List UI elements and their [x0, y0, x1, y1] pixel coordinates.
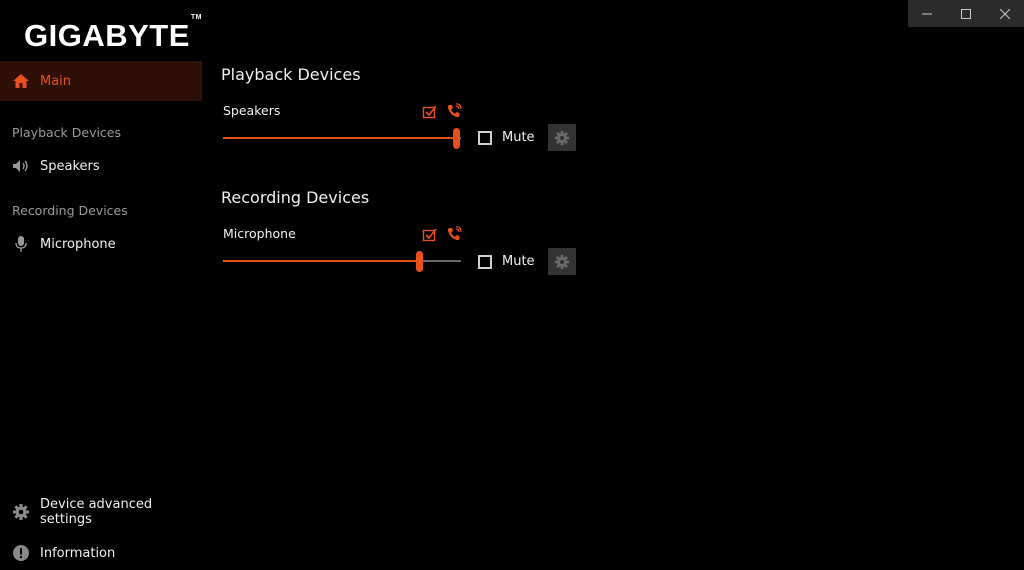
- default-device-check-icon[interactable]: [422, 227, 438, 243]
- gigabyte-logo: GIGABYTETM: [24, 14, 202, 54]
- sidebar-item-speakers[interactable]: Speakers: [0, 151, 202, 181]
- recording-section-title: Recording Devices: [221, 188, 370, 207]
- speakers-device-name: Speakers: [223, 103, 281, 118]
- trademark: TM: [190, 13, 203, 21]
- microphone-volume-slider[interactable]: [223, 251, 461, 272]
- slider-fill: [223, 260, 420, 262]
- speakers-mute-checkbox[interactable]: [478, 131, 492, 145]
- minimize-button[interactable]: [908, 0, 947, 27]
- sidebar-item-advanced-settings[interactable]: Device advanced settings: [0, 497, 202, 527]
- sidebar-item-main[interactable]: Main: [0, 61, 202, 101]
- default-communication-phone-icon[interactable]: [446, 226, 462, 242]
- default-device-check-icon[interactable]: [422, 104, 438, 120]
- sidebar-item-label: Main: [40, 73, 72, 89]
- slider-fill: [223, 137, 457, 139]
- microphone-mute-label: Mute: [502, 254, 535, 269]
- minimize-icon: [922, 13, 933, 14]
- slider-thumb[interactable]: [453, 128, 460, 149]
- home-icon: [13, 74, 29, 88]
- speakers-mute-label: Mute: [502, 130, 535, 145]
- sidebar-item-label: Microphone: [40, 236, 116, 252]
- close-icon: [999, 8, 1010, 19]
- microphone-icon: [12, 235, 30, 253]
- slider-thumb[interactable]: [416, 251, 423, 272]
- sidebar-item-label: Speakers: [40, 158, 100, 174]
- sidebar-item-microphone[interactable]: Microphone: [0, 229, 202, 259]
- maximize-icon: [961, 8, 971, 19]
- speaker-icon: [12, 157, 30, 175]
- default-communication-phone-icon[interactable]: [446, 103, 462, 119]
- maximize-button[interactable]: [947, 0, 986, 27]
- logo-text: GIGABYTE: [24, 18, 190, 53]
- speakers-settings-button[interactable]: [548, 124, 576, 151]
- info-icon: [12, 544, 30, 562]
- gear-icon: [554, 130, 570, 145]
- microphone-mute-checkbox[interactable]: [478, 255, 492, 269]
- sidebar-section-playback: Playback Devices: [12, 125, 122, 140]
- microphone-settings-button[interactable]: [548, 248, 576, 275]
- speakers-volume-slider[interactable]: [223, 128, 461, 149]
- sidebar-item-information[interactable]: Information: [0, 538, 202, 568]
- close-button[interactable]: [985, 0, 1024, 27]
- playback-section-title: Playback Devices: [221, 65, 361, 84]
- sidebar: GIGABYTETM Main Playback Devices Speaker…: [0, 0, 202, 570]
- sidebar-item-label: Device advanced settings: [40, 497, 153, 527]
- gear-icon: [12, 503, 30, 521]
- window-controls: [908, 0, 1024, 27]
- sidebar-item-label: Information: [40, 545, 116, 561]
- sidebar-section-recording: Recording Devices: [12, 203, 128, 218]
- gear-icon: [554, 254, 570, 269]
- microphone-device-name: Microphone: [223, 226, 296, 241]
